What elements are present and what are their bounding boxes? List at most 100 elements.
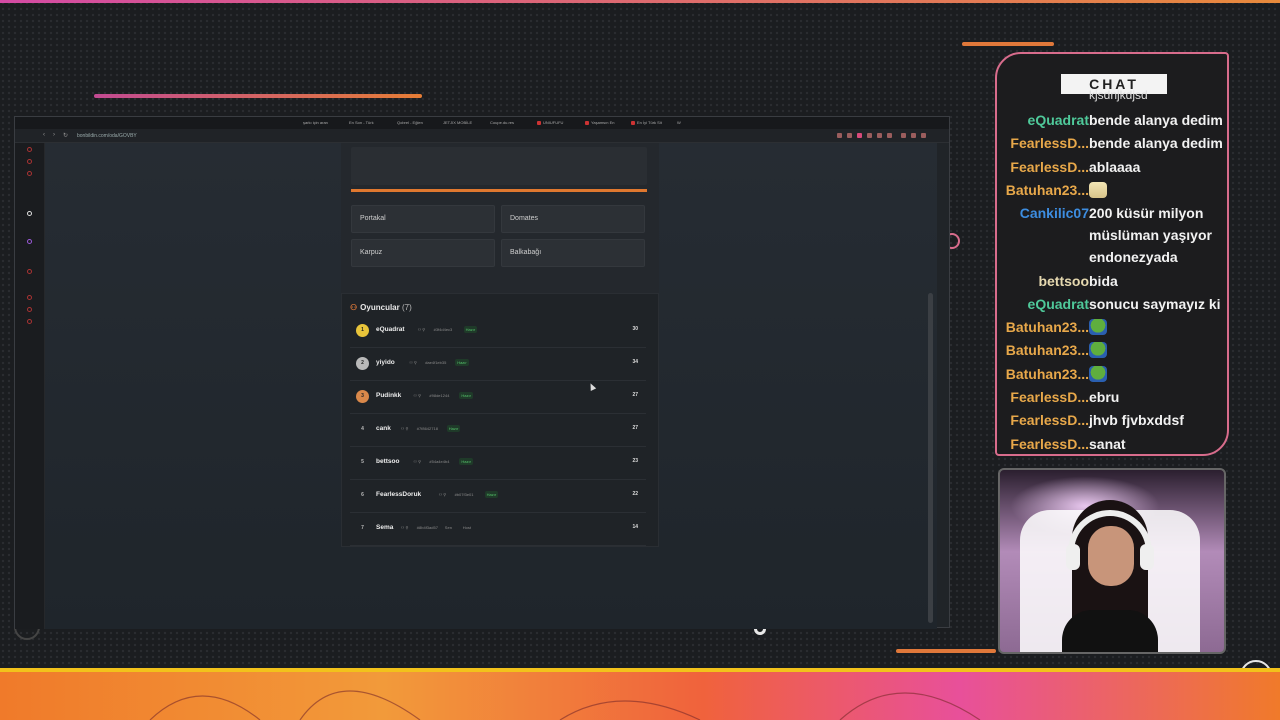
chat-text [1089,316,1227,341]
browser-tab[interactable]: W [677,120,681,125]
player-name: FearlessDoruk [376,491,422,498]
players-panel: ⚇ Oyuncular (7) 1 eQuadrat ⚇ ⚲ #3f4d4ec3 Hazı… [341,293,659,547]
chat-message: Batuhan23... [997,179,1227,201]
player-rank: 6 [361,492,364,498]
chat-text: ablaaaa [1089,158,1141,175]
chat-username[interactable]: Cankilic07 [1020,202,1089,224]
chat-message: Batuhan23... [997,363,1227,385]
browser-tab[interactable]: UNIUFUFU [537,120,563,125]
users-icon: ⚇ [350,303,358,312]
extension-icon[interactable] [901,133,906,138]
chat-username[interactable]: FearlessD... [1010,409,1089,431]
player-name: yiyido [376,359,395,366]
player-score: 23 [632,458,638,464]
sidebar-app-icon[interactable] [27,307,32,312]
chat-message: bettsoo bida [997,270,1227,292]
chat-username[interactable]: eQuadrat [1028,293,1089,315]
extension-icon[interactable] [887,133,892,138]
answer-option[interactable]: Domates [501,205,645,233]
back-icon[interactable]: ‹ [43,132,45,138]
player-row: 5 bettsoo ⚇ ⚲ #54a4e4b4 Hazır 23 [350,448,646,480]
player-code: #8b4f3ad57 [416,525,438,530]
extension-icon[interactable] [837,133,842,138]
player-info-icon: ⚇ ⚲ [417,327,426,332]
sidebar-app-icon[interactable] [27,319,32,324]
player-code: #ae4f1eb35 [425,360,447,365]
page-viewport: Portakal Domates Karpuz Balkabağı ⚇ Oyunc… [45,143,937,629]
question-panel: Portakal Domates Karpuz Balkabağı [341,143,659,301]
answer-option[interactable]: Balkabağı [501,239,645,267]
answer-option[interactable]: Portakal [351,205,495,233]
reload-icon[interactable]: ↻ [63,132,68,139]
player-score: 27 [632,425,638,431]
chat-username[interactable]: FearlessD... [1010,156,1089,178]
player-rank: 2 [356,357,369,370]
extension-icon[interactable] [847,133,852,138]
player-rank: 3 [356,390,369,403]
ready-badge: Hazır [446,425,461,432]
sidebar-app-icon[interactable] [27,239,32,244]
sidebar-app-icon[interactable] [27,211,32,216]
chat-message: Batuhan23... [997,316,1227,341]
player-rank: 7 [361,525,364,531]
chat-text: bende alanya dedim [1089,112,1223,128]
extension-icon[interactable] [911,133,916,138]
overlay-band-curves [149,690,981,720]
extension-icon[interactable] [877,133,882,138]
player-info-icon: ⚇ ⚲ [400,525,409,530]
sidebar-app-icon[interactable] [27,269,32,274]
browser-tab-label: Yaşamsın En [591,120,615,125]
chat-message: FearlessD... sanat [997,433,1227,454]
player-info-icon: ⚇ ⚲ [413,393,422,398]
chat-username[interactable]: Batuhan23... [1006,339,1089,361]
chat-username[interactable]: FearlessD... [1010,132,1089,154]
sidebar-app-icon[interactable] [27,171,32,176]
url-field[interactable]: bonbildin.com/oda/GOVBY [77,133,137,139]
chat-text: 200 küsür milyon müslüman yaşıyor endone… [1089,205,1212,266]
player-score: 22 [632,491,638,497]
player-score: 27 [632,392,638,398]
chat-username[interactable]: Batuhan23... [1006,179,1089,201]
sidebar-app-icon[interactable] [27,147,32,152]
browser-tab[interactable]: JETJIX MOBİLE [443,120,472,125]
player-row: 6 FearlessDoruk ⚇ ⚲ #b07f3e01 Hazır 22 [350,481,646,513]
chat-message: Cankilic07 200 küsür milyon müslüman yaşı… [997,202,1227,268]
browser-tab-label: En Son - Türk [349,120,374,125]
chat-username[interactable]: Batuhan23... [1006,363,1089,385]
page-scrollbar[interactable] [928,293,933,623]
player-code: #54a4e4b4 [429,459,450,464]
player-name: Pudinkk [376,392,402,399]
chat-username[interactable]: Batuhan23... [1006,316,1089,338]
answer-option[interactable]: Karpuz [351,239,495,267]
player-score: 30 [632,326,638,332]
browser-tab[interactable]: Coupe.du.res [490,120,514,125]
browser-tab[interactable]: Qobrel - Eğlen [397,120,423,125]
sidebar-app-icon[interactable] [27,159,32,164]
menu-icon[interactable] [921,133,926,138]
extension-icon[interactable] [857,133,862,138]
browser-tab[interactable]: En İyi Türk Sit [631,120,662,125]
browser-tab[interactable]: şarkı için aran [303,120,328,125]
browser-address-bar: ‹ › ↻ bonbildin.com/oda/GOVBY [15,129,949,143]
browser-tab-bar: şarkı için aran En Son - Türk Qobrel - E… [15,117,949,129]
browser-tab[interactable]: Yaşamsın En [585,120,615,125]
chat-username[interactable]: eQuadrat [1028,109,1089,131]
browser-tab[interactable]: En Son - Türk [349,120,374,125]
tab-favicon-icon [631,120,635,125]
pepe-emote-icon [1089,319,1107,336]
chat-username[interactable]: bettsoo [1038,270,1089,292]
sidebar-app-icon[interactable] [27,295,32,300]
player-row: 1 eQuadrat ⚇ ⚲ #3f4d4ec3 Hazır 30 [350,316,646,348]
extension-icon[interactable] [867,133,872,138]
chat-message: eQuadrat sonucu saymayız ki [997,293,1227,315]
blonde-emote-icon [1089,181,1107,198]
chat-username[interactable]: FearlessD... [1010,433,1089,454]
overlay-accent-bar [94,94,422,98]
forward-icon[interactable]: › [53,132,55,138]
player-name: bettsoo [376,458,400,465]
player-row: 3 Pudinkk ⚇ ⚲ #98de1244 Hazır 27 [350,382,646,414]
player-code: #b07f3e01 [454,492,474,497]
ready-badge: Hazır [459,392,473,399]
chat-username[interactable]: FearlessD... [1010,386,1089,408]
player-rank: 1 [356,324,369,337]
